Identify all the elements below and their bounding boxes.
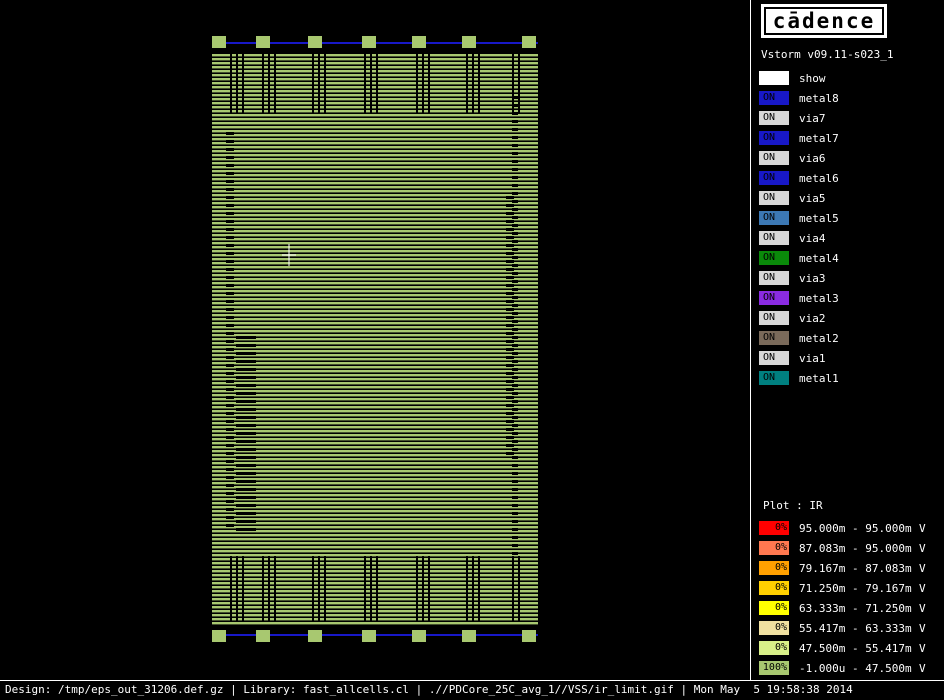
layer-name: via3: [799, 271, 826, 285]
layer-name: metal4: [799, 251, 839, 265]
layer-toggle-metal6[interactable]: ON metal6: [759, 170, 839, 186]
plot-label: Plot : IR: [763, 499, 823, 512]
legend-unit: V: [919, 561, 926, 575]
layer-name: via1: [799, 351, 826, 365]
layer-toggle-metal2[interactable]: ON metal2: [759, 330, 839, 346]
legend-swatch: 0%: [759, 621, 789, 635]
layer-swatch[interactable]: ON: [759, 91, 789, 105]
layer-toggle-via5[interactable]: ON via5: [759, 190, 826, 206]
crosshair-cursor: [282, 244, 296, 266]
legend-range: 79.167m - 87.083m: [799, 561, 912, 575]
legend-range: -1.000u - 47.500m: [799, 661, 912, 675]
cadence-logo: cādence: [761, 4, 887, 38]
layer-toggle-metal1[interactable]: ON metal1: [759, 370, 839, 386]
layer-name: metal1: [799, 371, 839, 385]
legend-row[interactable]: 0% 87.083m - 95.000m V: [759, 540, 943, 556]
legend-range: 55.417m - 63.333m: [799, 621, 912, 635]
layer-name: via5: [799, 191, 826, 205]
layer-toggle-via2[interactable]: ON via2: [759, 310, 826, 326]
layer-swatch[interactable]: ON: [759, 271, 789, 285]
layer-swatch[interactable]: ON: [759, 291, 789, 305]
layer-swatch[interactable]: ON: [759, 231, 789, 245]
layer-toggle-metal7[interactable]: ON metal7: [759, 130, 839, 146]
layer-toggle-metal3[interactable]: ON metal3: [759, 290, 839, 306]
layer-toggle-show[interactable]: show: [759, 70, 826, 86]
ir-drop-chip-plot: [212, 36, 538, 642]
layer-swatch[interactable]: ON: [759, 211, 789, 225]
legend-unit: V: [919, 541, 926, 555]
layer-name: via7: [799, 111, 826, 125]
layer-name: via6: [799, 151, 826, 165]
layer-toggle-via1[interactable]: ON via1: [759, 350, 826, 366]
layer-toggle-metal5[interactable]: ON metal5: [759, 210, 839, 226]
layer-toggle-via7[interactable]: ON via7: [759, 110, 826, 126]
layer-name: metal3: [799, 291, 839, 305]
legend-range: 95.000m - 95.000m: [799, 521, 912, 535]
layer-swatch[interactable]: ON: [759, 311, 789, 325]
legend-row[interactable]: 100% -1.000u - 47.500m V: [759, 660, 943, 676]
layout-canvas[interactable]: [0, 0, 750, 680]
layer-toggle-via4[interactable]: ON via4: [759, 230, 826, 246]
legend-swatch: 0%: [759, 521, 789, 535]
layer-toggle-metal8[interactable]: ON metal8: [759, 90, 839, 106]
layer-swatch[interactable]: ON: [759, 111, 789, 125]
status-bar: Design: /tmp/eps_out_31206.def.gz | Libr…: [0, 680, 944, 700]
layer-swatch[interactable]: ON: [759, 131, 789, 145]
layer-name: metal6: [799, 171, 839, 185]
layer-toggle-metal4[interactable]: ON metal4: [759, 250, 839, 266]
legend-range: 71.250m - 79.167m: [799, 581, 912, 595]
legend-unit: V: [919, 521, 926, 535]
legend-row[interactable]: 0% 47.500m - 55.417m V: [759, 640, 943, 656]
layer-swatch[interactable]: ON: [759, 371, 789, 385]
layer-swatch[interactable]: [759, 71, 789, 85]
legend-row[interactable]: 0% 55.417m - 63.333m V: [759, 620, 943, 636]
legend-range: 87.083m - 95.000m: [799, 541, 912, 555]
control-panel: cādence Vstorm v09.11-s023_1 show ON metal…: [750, 0, 944, 680]
layer-name: metal8: [799, 91, 839, 105]
layer-swatch[interactable]: ON: [759, 151, 789, 165]
layer-name: show: [799, 71, 826, 85]
layer-toggle-via6[interactable]: ON via6: [759, 150, 826, 166]
legend-unit: V: [919, 661, 926, 675]
legend-swatch: 100%: [759, 661, 789, 675]
legend-swatch: 0%: [759, 601, 789, 615]
layer-swatch[interactable]: ON: [759, 351, 789, 365]
legend-unit: V: [919, 641, 926, 655]
layer-name: via2: [799, 311, 826, 325]
legend-row[interactable]: 0% 63.333m - 71.250m V: [759, 600, 943, 616]
legend-row[interactable]: 0% 71.250m - 79.167m V: [759, 580, 943, 596]
legend-unit: V: [919, 601, 926, 615]
legend-swatch: 0%: [759, 581, 789, 595]
legend-range: 63.333m - 71.250m: [799, 601, 912, 615]
logo-text: cādence: [764, 7, 884, 35]
legend-row[interactable]: 0% 79.167m - 87.083m V: [759, 560, 943, 576]
layer-name: metal5: [799, 211, 839, 225]
layer-name: metal2: [799, 331, 839, 345]
layer-swatch[interactable]: ON: [759, 251, 789, 265]
layer-swatch[interactable]: ON: [759, 331, 789, 345]
version-label: Vstorm v09.11-s023_1: [761, 48, 894, 61]
layer-swatch[interactable]: ON: [759, 191, 789, 205]
legend-swatch: 0%: [759, 641, 789, 655]
legend-row[interactable]: 0% 95.000m - 95.000m V: [759, 520, 943, 536]
legend-unit: V: [919, 621, 926, 635]
layer-swatch[interactable]: ON: [759, 171, 789, 185]
legend-swatch: 0%: [759, 561, 789, 575]
legend-swatch: 0%: [759, 541, 789, 555]
legend-range: 47.500m - 55.417m: [799, 641, 912, 655]
layer-name: via4: [799, 231, 826, 245]
layer-name: metal7: [799, 131, 839, 145]
legend-unit: V: [919, 581, 926, 595]
layer-toggle-via3[interactable]: ON via3: [759, 270, 826, 286]
